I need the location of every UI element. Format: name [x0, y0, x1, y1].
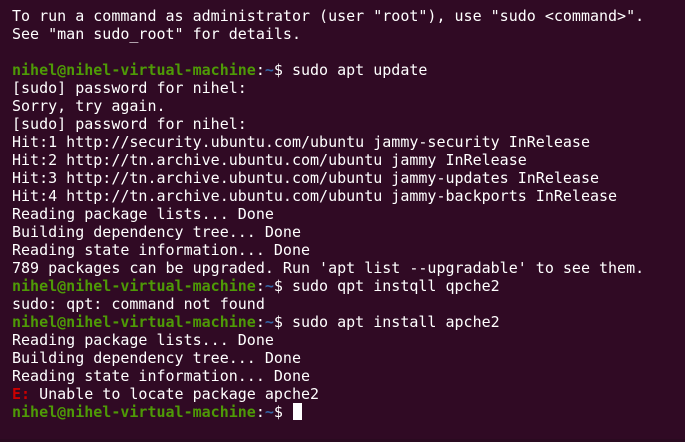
prompt-line: nihel@nihel-virtual-machine:~$ sudo qpt …	[12, 277, 685, 295]
output-line: Hit:2 http://tn.archive.ubuntu.com/ubunt…	[12, 151, 527, 169]
output-line: Hit:4 http://tn.archive.ubuntu.com/ubunt…	[12, 187, 618, 205]
output-line: To run a command as administrator (user …	[12, 7, 645, 25]
output-line: Reading state information... Done	[12, 367, 311, 385]
output-line: Building dependency tree... Done	[12, 349, 301, 367]
prompt-path: ~	[264, 277, 274, 295]
prompt-path: ~	[264, 61, 274, 79]
error-line: E: Unable to locate package apche2	[12, 385, 685, 403]
output-line: Hit:3 http://tn.archive.ubuntu.com/ubunt…	[12, 169, 599, 187]
output-line: sudo: qpt: command not found	[12, 295, 265, 313]
active-prompt-line: nihel@nihel-virtual-machine:~$	[12, 403, 685, 421]
output-line: Sorry, try again.	[12, 97, 166, 115]
prompt-user-host: nihel@nihel-virtual-machine	[12, 277, 256, 295]
prompt-path: ~	[264, 313, 274, 331]
output-line: See "man sudo_root" for details.	[12, 25, 301, 43]
output-line: Hit:1 http://security.ubuntu.com/ubuntu …	[12, 133, 590, 151]
command-text: sudo qpt instqll qpche2	[291, 277, 500, 295]
output-line: 789 packages can be upgraded. Run 'apt l…	[12, 259, 645, 277]
prompt-line: nihel@nihel-virtual-machine:~$ sudo apt …	[12, 61, 685, 79]
prompt-separator: :	[255, 313, 265, 331]
prompt-sigil: $	[273, 313, 292, 331]
output-line: [sudo] password for nihel:	[12, 115, 247, 133]
command-text: sudo apt update	[291, 61, 428, 79]
prompt-separator: :	[255, 277, 265, 295]
prompt-line: nihel@nihel-virtual-machine:~$ sudo apt …	[12, 313, 685, 331]
prompt-path: ~	[264, 403, 274, 421]
output-line: Reading state information... Done	[12, 241, 311, 259]
prompt-sigil: $	[273, 277, 292, 295]
prompt-user-host: nihel@nihel-virtual-machine	[12, 61, 256, 79]
error-prefix: E:	[12, 385, 31, 403]
text-cursor	[292, 403, 302, 420]
error-message: Unable to locate package apche2	[30, 385, 320, 403]
command-text: sudo apt install apche2	[291, 313, 500, 331]
output-line: Reading package lists... Done	[12, 205, 274, 223]
terminal-window[interactable]: To run a command as administrator (user …	[0, 0, 685, 442]
prompt-user-host: nihel@nihel-virtual-machine	[12, 403, 256, 421]
prompt-separator: :	[255, 403, 265, 421]
prompt-separator: :	[255, 61, 265, 79]
prompt-sigil: $	[273, 403, 292, 421]
prompt-user-host: nihel@nihel-virtual-machine	[12, 313, 256, 331]
output-line: [sudo] password for nihel:	[12, 79, 247, 97]
output-line: Reading package lists... Done	[12, 331, 274, 349]
output-line: Building dependency tree... Done	[12, 223, 301, 241]
prompt-sigil: $	[273, 61, 292, 79]
